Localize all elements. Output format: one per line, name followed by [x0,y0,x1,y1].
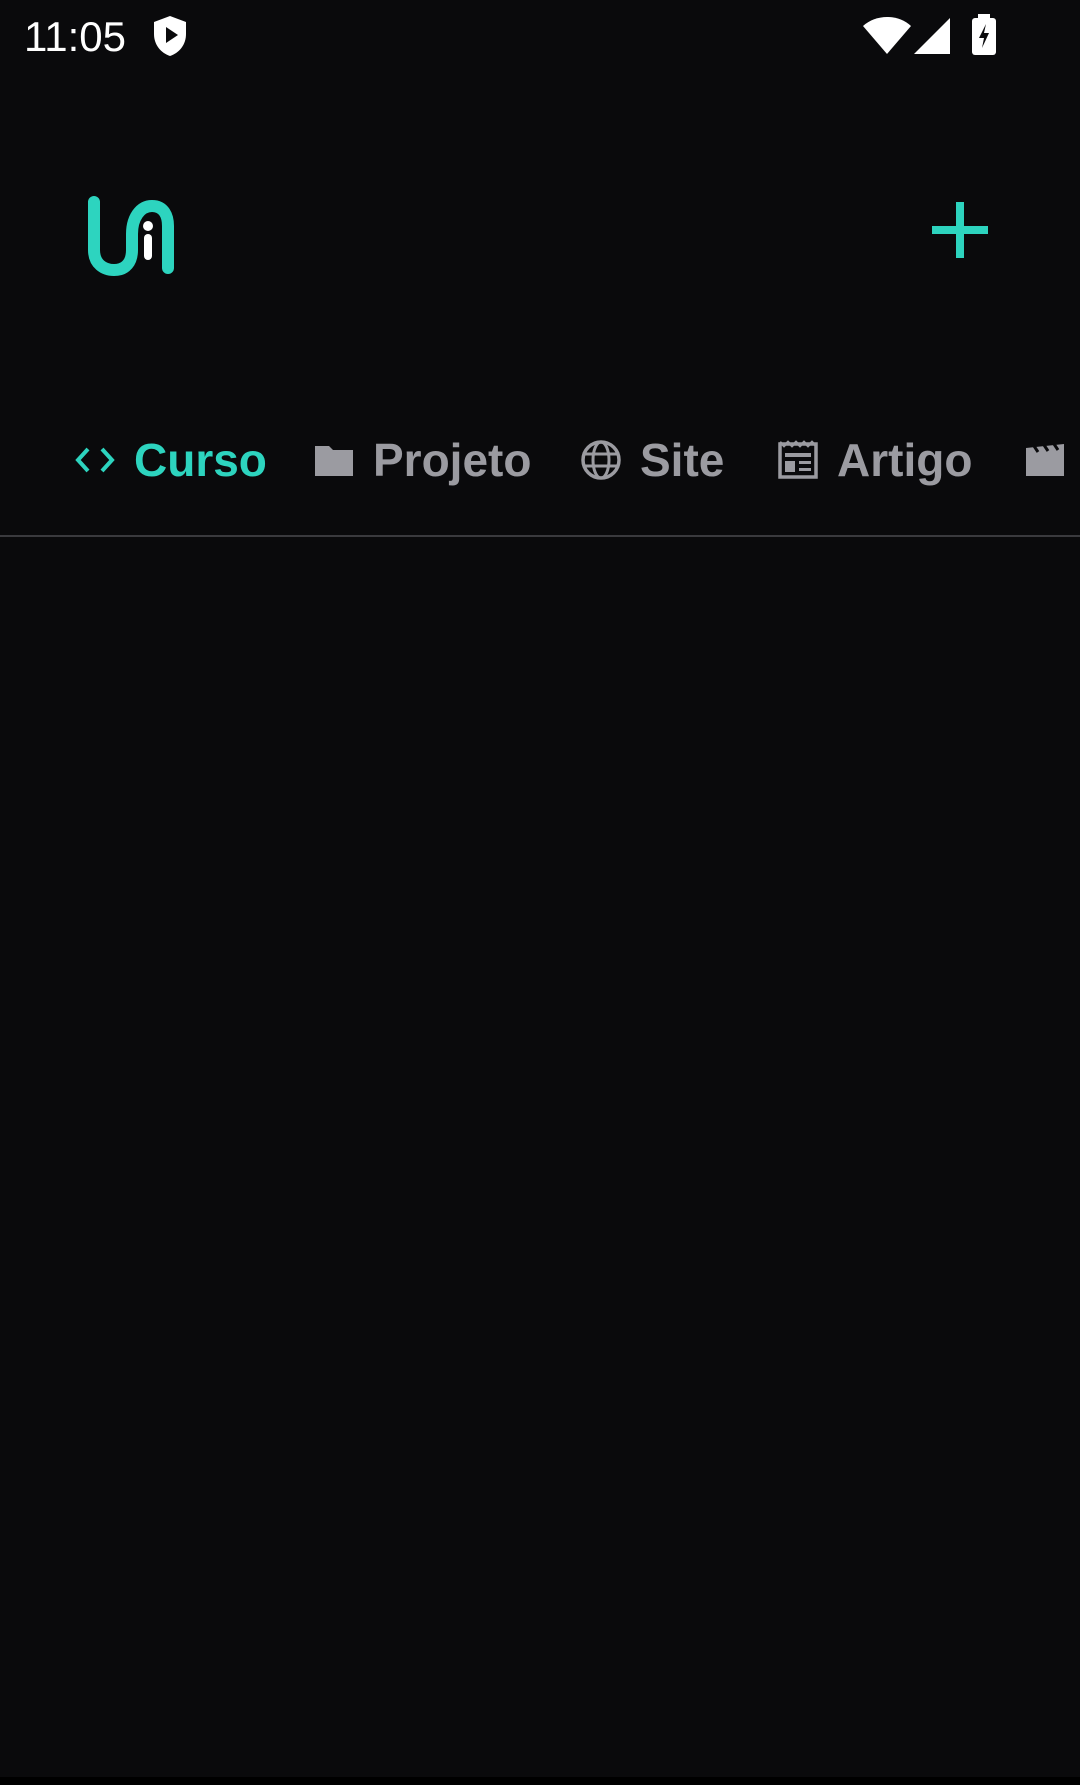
shield-play-icon [154,16,186,56]
tab-label: Artigo [837,434,973,486]
status-bar: 11:05 [0,0,1080,74]
code-icon [75,447,115,473]
battery-charging-icon [972,14,996,55]
plus-icon [932,202,988,258]
status-time: 11:05 [24,13,126,60]
app-logo-icon [88,196,174,276]
tab-label: Site [640,434,725,486]
signal-icon [914,18,950,54]
tab-video[interactable] [1024,420,1080,500]
tab-projeto[interactable]: Projeto [313,420,531,500]
tab-artigo[interactable]: Artigo [777,420,972,500]
newspaper-icon [778,440,818,479]
movie-icon [1026,443,1064,476]
tab-label: Projeto [373,434,532,486]
globe-icon [581,440,621,480]
folder-icon [315,446,353,476]
content-area [0,537,1080,1777]
tab-curso[interactable]: Curso [74,420,267,500]
tab-label: Curso [134,434,267,486]
wifi-icon [863,17,911,54]
navigation-bar [0,1777,1080,1785]
category-tabs: Curso Projeto Site Artigo [0,420,1080,536]
add-button[interactable] [910,180,1010,280]
tab-site[interactable]: Site [580,420,724,500]
